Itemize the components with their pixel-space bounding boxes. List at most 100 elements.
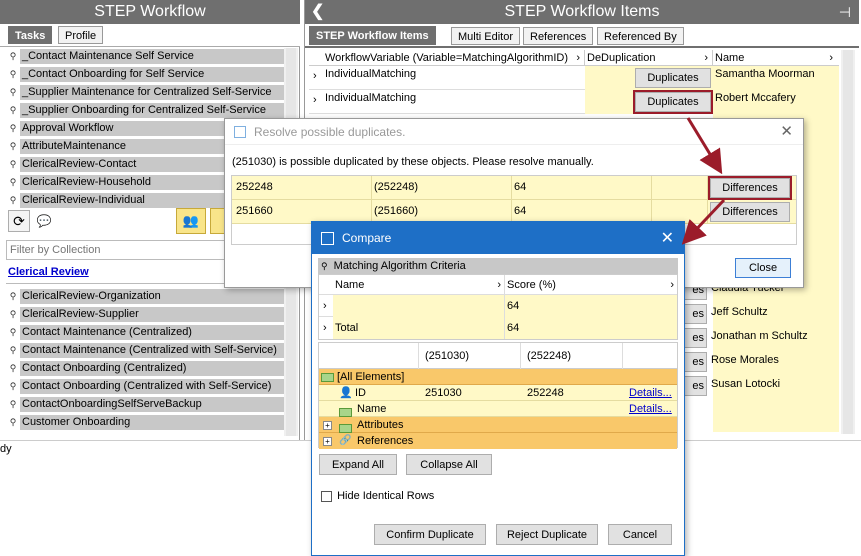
chevron-right-icon: › [704, 52, 708, 64]
compare-dialog: Compare ✕ ⚲ Matching Algorithm Criteria … [311, 221, 685, 556]
duplicate-row[interactable]: 252248 (252248) 64 Differences [232, 176, 796, 200]
refresh-button[interactable]: ⟳ [8, 210, 30, 232]
window-icon [321, 232, 334, 245]
tab-referenced-by[interactable]: Referenced By [597, 27, 684, 45]
col-header-score[interactable]: Score (%) › [505, 275, 677, 295]
close-icon[interactable]: ✕ [661, 228, 674, 248]
tree-row-references[interactable]: + 🔗 References [319, 433, 677, 449]
cell-variable: IndividualMatching [325, 92, 417, 104]
workflow-item[interactable]: ⚲ _Supplier Onboarding for Centralized Se… [6, 102, 288, 118]
name-details-link[interactable]: Details... [629, 401, 672, 417]
workflow-item-label: ClericalReview-Supplier [20, 306, 288, 322]
col-header-variable[interactable]: WorkflowVariable (Variable=MatchingAlgor… [325, 50, 585, 66]
tree-label-name: Name [357, 403, 387, 415]
row-expand-icon[interactable]: › [313, 94, 317, 106]
workflow-item[interactable]: ⚲ Customer Onboarding [6, 414, 288, 430]
close-icon[interactable]: ✕ [780, 122, 793, 140]
workflow-item[interactable]: ⚲ Contact Onboarding (Centralized) [6, 360, 288, 376]
dialog-titlebar: Resolve possible duplicates. ✕ [225, 119, 803, 145]
cell-name: Samantha Moorman [713, 66, 839, 90]
comparison-table: (251030) (252248) [All Elements] 👤 ID 25… [318, 342, 678, 449]
workflow-item[interactable]: ⚲ Contact Maintenance (Centralized with S… [6, 342, 288, 358]
row-expand-icon[interactable]: › [323, 317, 327, 339]
table-row[interactable]: › IndividualMatching Duplicates Samantha… [309, 66, 839, 90]
duplicates-button[interactable]: es [683, 376, 707, 396]
window-icon [234, 126, 246, 138]
compare-title: Compare [342, 231, 392, 245]
workflow-item-label: Contact Maintenance (Centralized with Se… [20, 342, 288, 358]
workflow-item[interactable]: ⚲ _Contact Maintenance Self Service [6, 48, 288, 64]
tab-step-workflow-items[interactable]: STEP Workflow Items [309, 26, 436, 45]
workflow-item[interactable]: ⚲ ClericalReview-Supplier [6, 306, 288, 322]
duplicate-cell-score: 64 [512, 176, 652, 200]
workflow-item-label: Contact Onboarding (Centralized) [20, 360, 288, 376]
duplicates-button[interactable]: Duplicates [633, 90, 713, 114]
scroll-thumb[interactable] [843, 50, 853, 434]
person-icon: 👤 [339, 387, 353, 399]
hide-identical-option[interactable]: Hide Identical Rows [321, 489, 434, 503]
row-expand-icon[interactable]: › [323, 295, 327, 317]
duplicates-button[interactable]: es [683, 304, 707, 324]
pin-icon[interactable]: ⊣ [839, 0, 851, 24]
comparison-header: (251030) (252248) [319, 343, 677, 369]
tree-row-attributes[interactable]: + Attributes [319, 417, 677, 433]
id-details-link[interactable]: Details... [629, 385, 672, 401]
col-header-name-label: Name [715, 52, 745, 64]
confirm-duplicate-button[interactable]: Confirm Duplicate [374, 524, 486, 545]
tab-tasks[interactable]: Tasks [8, 26, 53, 44]
expand-all-button[interactable]: Expand All [319, 454, 397, 475]
left-tab-strip: Tasks Profile [0, 24, 300, 46]
tab-multi-editor[interactable]: Multi Editor [451, 27, 521, 45]
criteria-row[interactable]: › Total 64 [319, 317, 677, 339]
criteria-row[interactable]: › 64 [319, 295, 677, 317]
workflow-pin-icon: ⚲ [9, 195, 17, 205]
col-header-dedup[interactable]: DeDuplication › [585, 50, 713, 66]
chevron-right-icon: › [670, 279, 674, 291]
workflow-pin-icon: ⚲ [9, 381, 17, 391]
close-button[interactable]: Close [735, 258, 791, 278]
table-row[interactable]: › IndividualMatching Duplicates Robert M… [309, 90, 839, 114]
tree-row-name[interactable]: Name Details... [319, 401, 677, 417]
workflow-item[interactable]: ⚲ _Supplier Maintenance for Centralized S… [6, 84, 288, 100]
expand-icon[interactable]: + [323, 420, 332, 430]
back-chevron-icon[interactable]: ❮ [311, 0, 324, 24]
collapse-all-button[interactable]: Collapse All [406, 454, 492, 475]
workflow-item-label: _Supplier Maintenance for Centralized Se… [20, 84, 288, 100]
col-header-criteria-name[interactable]: Name › [333, 275, 505, 295]
criteria-cell-name: Total [333, 317, 505, 339]
right-scrollbar[interactable] [841, 50, 855, 434]
cell-name: Jonathan m Schultz [711, 330, 808, 342]
workflow-item[interactable]: ⚲ Contact Maintenance (Centralized) [6, 324, 288, 340]
workflow-item[interactable]: ⚲ ClericalReview-Organization [6, 288, 288, 304]
hide-identical-label: Hide Identical Rows [337, 490, 435, 502]
workflow-item[interactable]: ⚲ _Contact Onboarding for Self Service [6, 66, 288, 82]
comment-button[interactable]: 💬 [34, 210, 54, 232]
criteria-cell-name [333, 295, 505, 317]
tab-references[interactable]: References [523, 27, 594, 45]
pin-icon: ⚲ [321, 261, 328, 271]
workflow-item[interactable]: ⚲ Contact Onboarding (Centralized with Se… [6, 378, 288, 394]
workflow-item-label: _Supplier Onboarding for Centralized Sel… [20, 102, 288, 118]
clerical-review-link[interactable]: Clerical Review [8, 266, 89, 278]
tree-label-id: ID [355, 387, 366, 399]
duplicates-button[interactable]: es [683, 328, 707, 348]
tree-row-all-elements[interactable]: [All Elements] [319, 369, 677, 385]
users-button[interactable]: 👥 [176, 208, 206, 234]
row-expand-icon[interactable]: › [313, 70, 317, 82]
tree-label-attributes: Attributes [357, 419, 404, 431]
tab-profile[interactable]: Profile [58, 26, 104, 44]
hide-identical-checkbox[interactable] [321, 490, 332, 502]
col-header-name[interactable]: Name › [713, 50, 837, 66]
differences-button[interactable]: Differences [710, 202, 790, 222]
differences-button[interactable]: Differences [708, 176, 792, 200]
tree-row-id[interactable]: 👤 ID 251030 252248 Details... [319, 385, 677, 401]
right-panel-title: ❮ STEP Workflow Items ⊣ [305, 0, 859, 24]
workflow-item[interactable]: ⚲ ContactOnboardingSelfServeBackup [6, 396, 288, 412]
duplicates-button[interactable]: es [683, 352, 707, 372]
cancel-button[interactable]: Cancel [608, 524, 672, 545]
workflow-pin-icon: ⚲ [9, 87, 17, 97]
divider [0, 46, 300, 47]
reject-duplicate-button[interactable]: Reject Duplicate [496, 524, 598, 545]
duplicates-button[interactable]: Duplicates [635, 68, 711, 88]
expand-icon[interactable]: + [323, 436, 332, 446]
